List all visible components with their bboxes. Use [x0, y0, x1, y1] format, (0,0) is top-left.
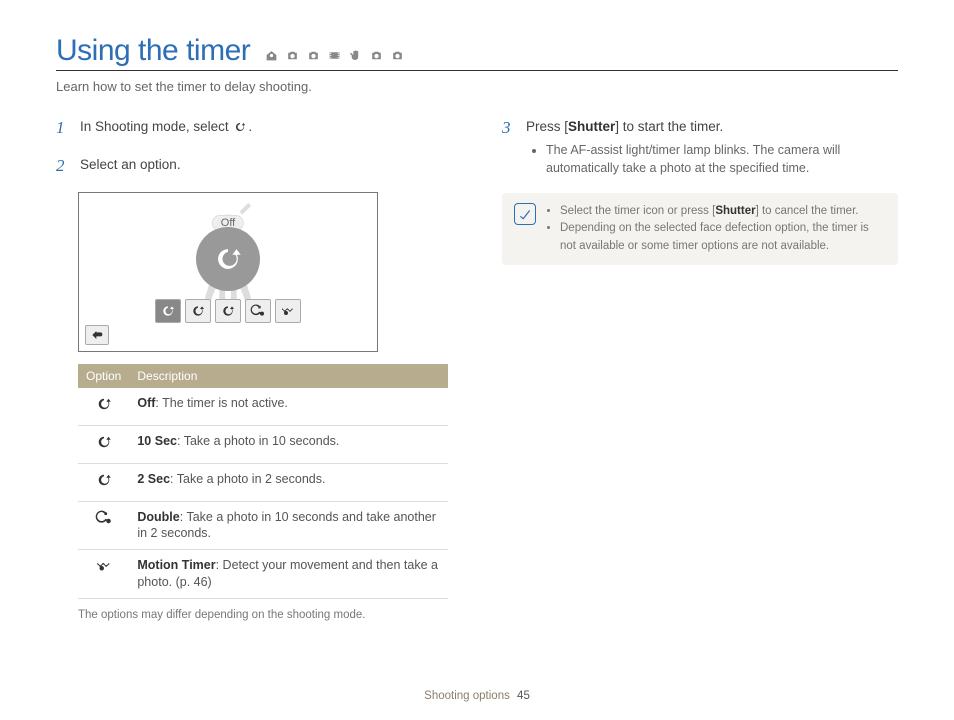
back-button[interactable]	[85, 325, 109, 345]
table-row: Motion Timer: Detect your movement and t…	[78, 550, 448, 599]
house-icon	[264, 49, 279, 62]
camera-ui-screenshot: Off	[78, 192, 378, 352]
camera-icon	[285, 49, 300, 62]
footer-section: Shooting options	[424, 690, 510, 702]
step-number: 2	[56, 156, 70, 176]
timer-motion-icon	[280, 303, 296, 319]
timer-2-icon	[220, 303, 236, 319]
note-bullet-1: Select the timer icon or press [Shutter]…	[560, 203, 886, 220]
timer-10-icon	[190, 303, 206, 319]
timer-off-icon	[160, 303, 176, 319]
camcorder-icon	[369, 49, 384, 62]
option-icon-row	[155, 299, 301, 323]
step-2: 2 Select an option.	[56, 156, 452, 176]
table-row: Off: The timer is not active.	[78, 388, 448, 425]
note-icon	[514, 203, 536, 225]
left-column: 1 In Shooting mode, select . 2 Select an…	[56, 118, 452, 621]
step-3-pre: Press [	[526, 119, 568, 134]
row-icon-off	[78, 388, 129, 425]
hub-circle	[196, 227, 260, 291]
table-footnote: The options may differ depending on the …	[78, 609, 452, 621]
step-3: 3 Press [Shutter] to start the timer. Th…	[502, 118, 898, 177]
chip-off[interactable]	[155, 299, 181, 323]
step-2-text: Select an option.	[80, 156, 452, 175]
note-bullet-2: Depending on the selected face defection…	[560, 220, 886, 255]
chip-2sec[interactable]	[215, 299, 241, 323]
chip-10sec[interactable]	[185, 299, 211, 323]
th-option: Option	[78, 364, 129, 388]
step-3-bullet: The AF-assist light/timer lamp blinks. T…	[546, 141, 898, 177]
mode-icon-strip	[264, 49, 405, 62]
step-3-bold: Shutter	[568, 119, 615, 134]
step-number: 1	[56, 118, 70, 138]
timer-double-icon	[250, 303, 266, 319]
note-box: Select the timer icon or press [Shutter]…	[502, 193, 898, 265]
page-subtitle: Learn how to set the timer to delay shoo…	[56, 79, 898, 94]
step-number: 3	[502, 118, 516, 138]
options-table: Option Description Off: The timer is not…	[78, 364, 448, 599]
footer-page: 45	[517, 690, 530, 702]
row-icon-double	[78, 501, 129, 550]
hand-icon	[348, 49, 363, 62]
table-row: Double: Take a photo in 10 seconds and t…	[78, 501, 448, 550]
chip-double[interactable]	[245, 299, 271, 323]
row-icon-2sec	[78, 463, 129, 501]
chip-motion[interactable]	[275, 299, 301, 323]
row-icon-motion	[78, 550, 129, 599]
back-icon	[89, 327, 105, 343]
row-icon-10sec	[78, 425, 129, 463]
film-icon	[327, 49, 342, 62]
page-footer: Shooting options 45	[0, 690, 954, 702]
table-row: 10 Sec: Take a photo in 10 seconds.	[78, 425, 448, 463]
timer-off-icon	[232, 120, 248, 140]
page-title: Using the timer	[56, 34, 250, 68]
step-1-text-post: .	[248, 119, 252, 134]
step-3-post: ] to start the timer.	[615, 119, 723, 134]
right-column: 3 Press [Shutter] to start the timer. Th…	[502, 118, 898, 621]
timer-off-large-icon	[211, 242, 245, 276]
th-description: Description	[129, 364, 448, 388]
camera-plus-icon	[306, 49, 321, 62]
page-header: Using the timer	[56, 34, 898, 71]
step-1: 1 In Shooting mode, select .	[56, 118, 452, 140]
step-1-text-pre: In Shooting mode, select	[80, 119, 232, 134]
table-row: 2 Sec: Take a photo in 2 seconds.	[78, 463, 448, 501]
camcorder2-icon	[390, 49, 405, 62]
